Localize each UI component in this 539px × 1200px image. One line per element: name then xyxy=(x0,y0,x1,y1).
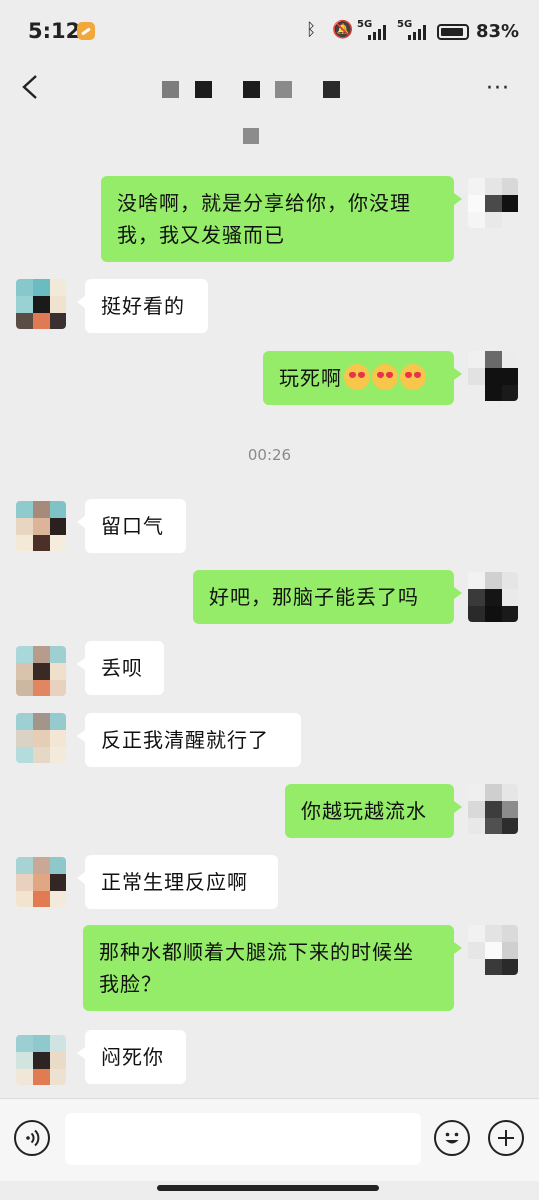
bluetooth-icon: ᛒ xyxy=(306,20,317,40)
heart-eyes-emoji-icon xyxy=(372,364,398,390)
incoming-message-bubble[interactable]: 挺好看的 xyxy=(77,279,208,333)
my-avatar[interactable] xyxy=(468,178,518,228)
incoming-message-bubble[interactable]: 闷死你 xyxy=(77,1030,186,1084)
contact-avatar[interactable] xyxy=(16,646,66,696)
outgoing-message-bubble[interactable]: 你越玩越流水 xyxy=(285,784,462,838)
contact-avatar[interactable] xyxy=(16,1035,66,1085)
status-time: 5:12 xyxy=(28,19,81,43)
my-avatar[interactable] xyxy=(468,925,518,975)
outgoing-message-bubble[interactable]: 没啥啊，就是分享给你，你没理 我，我又发骚而已 xyxy=(101,176,462,262)
contact-avatar[interactable] xyxy=(16,501,66,551)
message-text: 玩死啊 xyxy=(279,366,342,390)
message-input-bar xyxy=(0,1098,539,1181)
app-notification-icon xyxy=(77,22,95,40)
heart-eyes-emoji-icon xyxy=(400,364,426,390)
my-avatar[interactable] xyxy=(468,784,518,834)
my-avatar[interactable] xyxy=(468,572,518,622)
status-bar: 5:12 ᛒ 🔕 5G 5G 83% xyxy=(0,0,539,62)
chat-message-list[interactable]: 没啥啊，就是分享给你，你没理 我，我又发骚而已 挺好看的 玩死啊 00:26 留… xyxy=(0,114,539,1098)
more-options-icon[interactable]: ··· xyxy=(486,76,510,101)
outgoing-message-bubble[interactable]: 那种水都顺着大腿流下来的时候坐 我脸？ xyxy=(83,925,462,1011)
message-input[interactable] xyxy=(65,1113,421,1165)
chevron-left-icon[interactable] xyxy=(18,72,42,102)
outgoing-message-bubble[interactable]: 玩死啊 xyxy=(263,351,462,405)
my-avatar[interactable] xyxy=(468,351,518,401)
heart-eyes-emoji-icon xyxy=(344,364,370,390)
signal-icon-2 xyxy=(408,24,426,40)
incoming-message-bubble[interactable]: 留口气 xyxy=(77,499,186,553)
incoming-message-bubble[interactable]: 正常生理反应啊 xyxy=(77,855,278,909)
battery-icon xyxy=(437,24,469,40)
emoji-icon[interactable] xyxy=(434,1120,470,1156)
incoming-message-bubble[interactable]: 反正我清醒就行了 xyxy=(77,713,301,767)
chat-header: ··· xyxy=(0,62,539,144)
signal-icon xyxy=(368,24,386,40)
plus-icon[interactable] xyxy=(488,1120,524,1156)
voice-icon[interactable] xyxy=(14,1120,50,1156)
mute-bell-icon: 🔕 xyxy=(332,20,354,40)
home-indicator[interactable] xyxy=(157,1185,379,1191)
outgoing-message-bubble[interactable]: 好吧，那脑子能丢了吗 xyxy=(193,570,462,624)
message-timestamp: 00:26 xyxy=(247,446,292,464)
contact-avatar[interactable] xyxy=(16,279,66,329)
contact-avatar[interactable] xyxy=(16,857,66,907)
incoming-message-bubble[interactable]: 丢呗 xyxy=(77,641,164,695)
battery-percent: 83% xyxy=(476,21,520,42)
contact-avatar[interactable] xyxy=(16,713,66,763)
